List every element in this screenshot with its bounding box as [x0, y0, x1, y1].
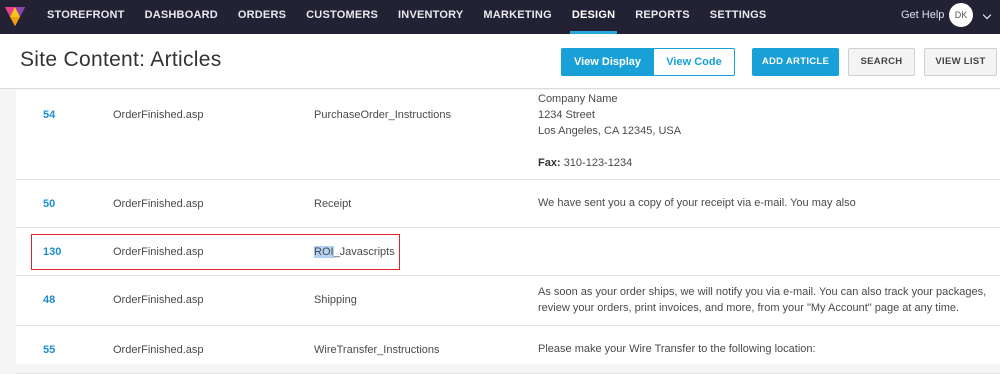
highlight-annotation-box	[31, 234, 400, 270]
article-page: OrderFinished.asp	[113, 344, 204, 356]
view-code-button[interactable]: View Code	[653, 48, 735, 76]
article-id-link[interactable]: 50	[43, 198, 55, 210]
view-display-button[interactable]: View Display	[561, 48, 654, 76]
nav-item-reports[interactable]: REPORTS	[635, 0, 690, 34]
article-page: OrderFinished.asp	[113, 198, 204, 210]
article-id-link[interactable]: 55	[43, 344, 55, 356]
avatar[interactable]: DK	[949, 3, 973, 27]
table-row[interactable]: 54 OrderFinished.asp PurchaseOrder_Instr…	[16, 90, 1000, 180]
articles-table: 54 OrderFinished.asp PurchaseOrder_Instr…	[16, 90, 1000, 374]
article-text-line: review your orders, print invoices, and …	[538, 302, 960, 314]
nav-item-marketing[interactable]: MARKETING	[483, 0, 551, 34]
article-page: OrderFinished.asp	[113, 109, 204, 121]
article-text-line: Los Angeles, CA 12345, USA	[538, 125, 682, 137]
page-header: Site Content: Articles View Display View…	[0, 34, 1000, 89]
nav-item-dashboard[interactable]: DASHBOARD	[145, 0, 218, 34]
table-row[interactable]: 55 OrderFinished.asp WireTransfer_Instru…	[16, 326, 1000, 374]
nav-item-settings[interactable]: SETTINGS	[710, 0, 767, 34]
article-text: Company Name 1234 Street Los Angeles, CA…	[538, 91, 681, 171]
fax-value: 310-123-1234	[563, 157, 633, 169]
nav-item-design[interactable]: DESIGN	[569, 0, 618, 34]
chevron-down-icon[interactable]	[982, 10, 992, 20]
view-list-button[interactable]: VIEW LIST	[924, 48, 997, 76]
article-id-link[interactable]: 48	[43, 294, 55, 306]
nav-item-orders[interactable]: ORDERS	[238, 0, 286, 34]
table-row[interactable]: 48 OrderFinished.asp Shipping As soon as…	[16, 276, 1000, 326]
article-text-line: As soon as your order ships, we will not…	[538, 286, 987, 298]
nav-item-inventory[interactable]: INVENTORY	[398, 0, 463, 34]
fax-label: Fax:	[538, 157, 561, 169]
article-text-fax: Fax: 310-123-1234	[538, 155, 681, 171]
article-page: OrderFinished.asp	[113, 294, 204, 306]
add-article-button[interactable]: ADD ARTICLE	[752, 48, 839, 76]
page-title-prefix: Site Content:	[20, 48, 146, 71]
top-nav-bar: STOREFRONT DASHBOARD ORDERS CUSTOMERS IN…	[0, 0, 1000, 34]
article-name: Shipping	[314, 294, 357, 306]
search-button[interactable]: SEARCH	[848, 48, 915, 76]
logo-icon[interactable]	[3, 4, 27, 28]
article-text: Please make your Wire Transfer to the fo…	[538, 343, 816, 355]
main-nav: STOREFRONT DASHBOARD ORDERS CUSTOMERS IN…	[47, 0, 786, 34]
article-id-link[interactable]: 54	[43, 109, 55, 121]
article-text-line: Company Name	[538, 93, 618, 105]
article-text: As soon as your order ships, we will not…	[538, 284, 986, 316]
article-text-spacer	[538, 139, 681, 155]
table-row[interactable]: 50 OrderFinished.asp Receipt We have sen…	[16, 180, 1000, 228]
nav-item-storefront[interactable]: STOREFRONT	[47, 0, 125, 34]
page-title: Site Content: Articles	[20, 48, 222, 72]
page-title-suffix: Articles	[150, 48, 222, 71]
article-text: We have sent you a copy of your receipt …	[538, 197, 856, 209]
article-name: Receipt	[314, 198, 352, 210]
article-name: PurchaseOrder_Instructions	[314, 109, 451, 121]
nav-item-customers[interactable]: CUSTOMERS	[306, 0, 378, 34]
article-text-line: 1234 Street	[538, 109, 595, 121]
article-name: WireTransfer_Instructions	[314, 344, 440, 356]
get-help-link[interactable]: Get Help	[901, 0, 944, 30]
